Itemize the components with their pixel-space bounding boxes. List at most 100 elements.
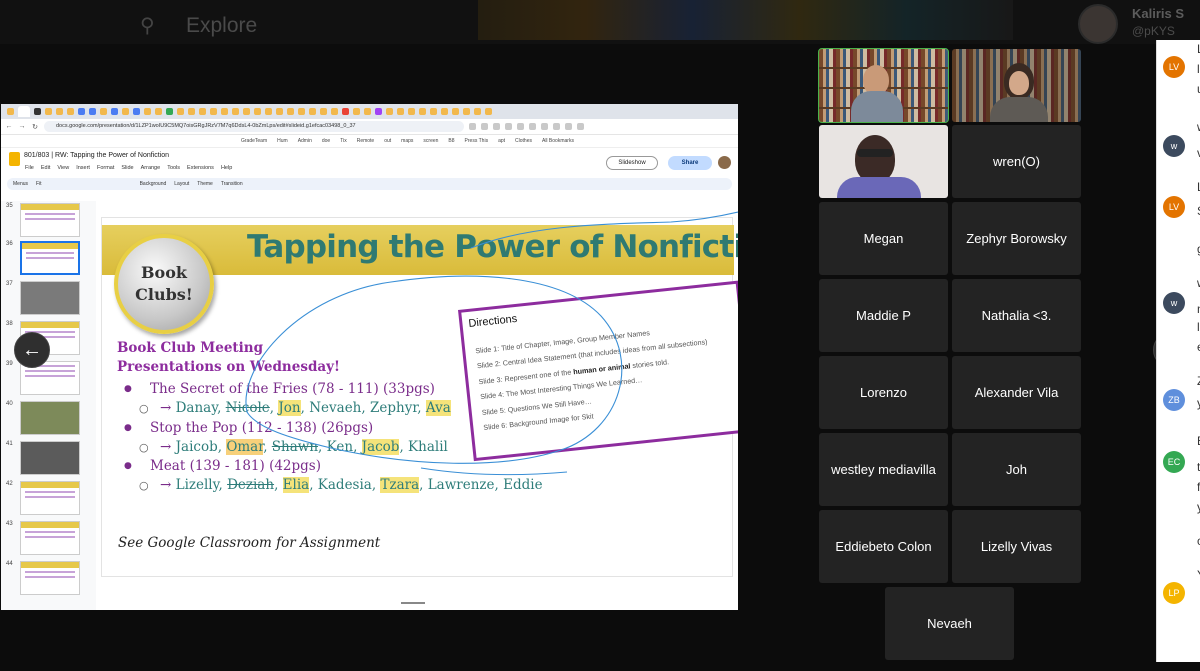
tab-favicon-icon[interactable] — [188, 108, 195, 115]
slide-thumbnail[interactable]: 40 — [6, 401, 82, 437]
back-icon[interactable]: ← — [5, 123, 13, 130]
tab-favicon-icon[interactable] — [221, 108, 228, 115]
tab-favicon-icon[interactable] — [111, 108, 118, 115]
tab-favicon-icon[interactable] — [144, 108, 151, 115]
share-button[interactable]: Share — [668, 156, 712, 170]
tab-favicon-icon[interactable] — [397, 108, 404, 115]
tab-favicon-icon[interactable] — [122, 108, 129, 115]
transition-button[interactable]: Transition — [221, 181, 243, 187]
extension-icon[interactable] — [577, 123, 584, 130]
slide-thumbnail[interactable]: 37 — [6, 281, 82, 317]
tab-favicon-icon[interactable] — [67, 108, 74, 115]
tab-favicon-icon[interactable] — [199, 108, 206, 115]
slideshow-button[interactable]: Slideshow — [606, 156, 658, 170]
tab-favicon-icon[interactable] — [276, 108, 283, 115]
extension-icon[interactable] — [505, 123, 512, 130]
tab-favicon-icon[interactable] — [331, 108, 338, 115]
tab-favicon-icon[interactable] — [452, 108, 459, 115]
tab-favicon-icon[interactable] — [100, 108, 107, 115]
bookmark[interactable]: doe — [322, 138, 330, 144]
tab-favicon-icon[interactable] — [166, 108, 173, 115]
extension-icon[interactable] — [469, 123, 476, 130]
participant-tile[interactable]: Lizelly Vivas — [952, 510, 1081, 583]
tab-favicon-icon[interactable] — [320, 108, 327, 115]
participant-tile[interactable]: westley mediavilla — [819, 433, 948, 506]
bookmark[interactable]: apt — [498, 138, 505, 144]
tab-favicon-icon[interactable] — [78, 108, 85, 115]
bookmark[interactable]: Remote — [357, 138, 375, 144]
bookmark[interactable]: Admin — [298, 138, 312, 144]
background-button[interactable]: Background — [140, 181, 167, 187]
participant-tile[interactable]: Nathalia <3. — [952, 279, 1081, 352]
tab-favicon-icon[interactable] — [430, 108, 437, 115]
tab-favicon-icon[interactable] — [7, 108, 14, 115]
menu-help[interactable]: Help — [221, 165, 232, 171]
participant-tile[interactable]: Megan — [819, 202, 948, 275]
participant-tile[interactable]: Eddiebeto Colon — [819, 510, 948, 583]
tab-favicon-icon[interactable] — [386, 108, 393, 115]
participant-tile[interactable]: Alexander Vila — [952, 356, 1081, 429]
menu-arrange[interactable]: Arrange — [141, 165, 161, 171]
tab-favicon-icon[interactable] — [408, 108, 415, 115]
tab-favicon-icon[interactable] — [155, 108, 162, 115]
tab-favicon-icon[interactable] — [463, 108, 470, 115]
tab-favicon-icon[interactable] — [309, 108, 316, 115]
menu-extensions[interactable]: Extensions — [187, 165, 214, 171]
tab-favicon-icon[interactable] — [232, 108, 239, 115]
bookmark[interactable]: maps — [401, 138, 413, 144]
slide-thumbnail[interactable]: 39 — [6, 361, 82, 397]
tab-favicon-icon[interactable] — [210, 108, 217, 115]
participant-tile[interactable]: Lorenzo — [819, 356, 948, 429]
tab-favicon-icon[interactable] — [298, 108, 305, 115]
bookmark[interactable]: B8 — [448, 138, 454, 144]
zoom-select[interactable]: Fit — [36, 181, 42, 187]
participant-tile[interactable]: wren(O) — [952, 125, 1081, 198]
extension-icon[interactable] — [481, 123, 488, 130]
theme-button[interactable]: Theme — [197, 181, 213, 187]
slide-canvas[interactable]: Tapping the Power of Nonfiction Book Clu… — [96, 201, 738, 610]
tab-favicon-icon[interactable] — [364, 108, 371, 115]
scroll-grip[interactable] — [401, 602, 425, 604]
bookmark[interactable]: All Bookmarks — [542, 138, 574, 144]
slide-thumbnail[interactable]: 41 — [6, 441, 82, 477]
slide-thumbnail-panel[interactable]: 35 36 37 38 39 40 41 42 43 44 — [1, 201, 83, 610]
tab-favicon-icon[interactable] — [441, 108, 448, 115]
slide-thumbnail[interactable]: 35 — [6, 203, 82, 239]
menus-search[interactable]: Menus — [13, 181, 28, 187]
previous-page-button[interactable]: ← — [14, 332, 50, 368]
active-tab[interactable] — [18, 106, 30, 117]
menu-tools[interactable]: Tools — [167, 165, 180, 171]
tab-favicon-icon[interactable] — [474, 108, 481, 115]
tab-favicon-icon[interactable] — [287, 108, 294, 115]
menu-insert[interactable]: Insert — [76, 165, 90, 171]
slides-logo-icon[interactable] — [9, 152, 20, 166]
chat-panel[interactable]: LV L l u w w v LV L S g w w n l e ZB Z y… — [1156, 40, 1200, 662]
tab-favicon-icon[interactable] — [342, 108, 349, 115]
bookmark[interactable]: Press This — [465, 138, 489, 144]
participant-tile[interactable]: Maddie P — [819, 279, 948, 352]
tab-favicon-icon[interactable] — [133, 108, 140, 115]
bookmark[interactable]: Hum — [277, 138, 288, 144]
video-tile[interactable] — [952, 49, 1081, 122]
tab-favicon-icon[interactable] — [265, 108, 272, 115]
tab-favicon-icon[interactable] — [375, 108, 382, 115]
browser-tab-strip[interactable] — [1, 104, 738, 119]
tab-favicon-icon[interactable] — [419, 108, 426, 115]
bookmark[interactable]: Tix — [340, 138, 346, 144]
extension-icon[interactable] — [553, 123, 560, 130]
menu-file[interactable]: File — [25, 165, 34, 171]
video-tile[interactable] — [819, 125, 948, 198]
layout-button[interactable]: Layout — [174, 181, 189, 187]
slide-thumbnail[interactable]: 42 — [6, 481, 82, 517]
tab-favicon-icon[interactable] — [485, 108, 492, 115]
bookmark[interactable]: GradeTeam — [241, 138, 267, 144]
slide-thumbnail[interactable]: 44 — [6, 561, 82, 597]
tab-favicon-icon[interactable] — [56, 108, 63, 115]
extension-icon[interactable] — [529, 123, 536, 130]
menu-edit[interactable]: Edit — [41, 165, 50, 171]
bookmark[interactable]: Clothes — [515, 138, 532, 144]
tab-favicon-icon[interactable] — [254, 108, 261, 115]
slide-thumbnail[interactable]: 36 — [6, 241, 82, 277]
extension-icon[interactable] — [517, 123, 524, 130]
tab-favicon-icon[interactable] — [89, 108, 96, 115]
